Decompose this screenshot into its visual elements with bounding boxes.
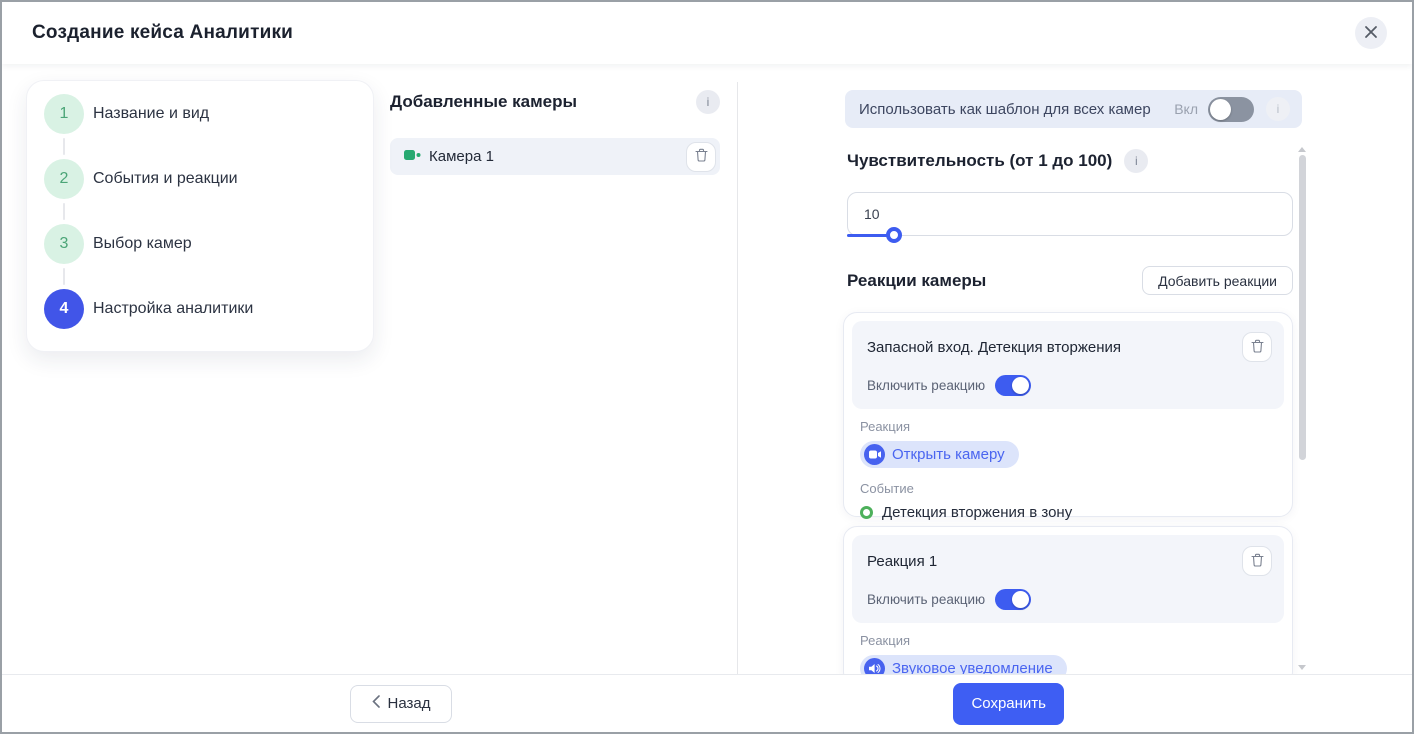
sensitivity-input[interactable] — [847, 192, 1293, 236]
sensitivity-title: Чувствительность (от 1 до 100) — [847, 151, 1112, 171]
dialog-header: Создание кейса Аналитики — [2, 2, 1412, 64]
trash-icon — [1251, 553, 1264, 570]
close-button[interactable] — [1355, 17, 1387, 49]
reaction-card: Реакция 1 Включить реакцию Реакция Звуко… — [843, 526, 1293, 686]
template-banner-label: Использовать как шаблон для всех камер — [859, 101, 1151, 118]
stepper-step-events-reactions[interactable]: 2 События и реакции — [44, 159, 353, 199]
reaction-field-label: Реакция — [860, 633, 1276, 648]
template-toggle[interactable] — [1208, 97, 1254, 122]
right-panel-scrollbar[interactable] — [1298, 147, 1307, 674]
enable-reaction-toggle[interactable] — [995, 589, 1031, 610]
added-cameras-title: Добавленные камеры — [390, 92, 577, 112]
column-divider — [737, 82, 738, 674]
step-label: Выбор камер — [93, 235, 192, 253]
sensitivity-field — [847, 192, 1293, 236]
trash-icon — [695, 148, 708, 165]
wizard-stepper: 1 Название и вид 2 События и реакции 3 В… — [26, 80, 374, 352]
template-banner: Использовать как шаблон для всех камер В… — [845, 90, 1302, 128]
back-button-label: Назад — [388, 695, 431, 712]
toggle-knob — [1012, 591, 1029, 608]
info-icon[interactable]: i — [696, 90, 720, 114]
create-analytics-case-dialog: Создание кейса Аналитики 1 Название и ви… — [0, 0, 1414, 734]
step-number-badge: 2 — [44, 159, 84, 199]
delete-reaction-button[interactable] — [1242, 546, 1272, 576]
toggle-state-label: Вкл — [1174, 101, 1198, 117]
enable-reaction-label: Включить реакцию — [867, 378, 985, 393]
scrollbar-thumb[interactable] — [1299, 155, 1306, 460]
step-connector — [63, 203, 65, 220]
stepper-step-name-type[interactable]: 1 Название и вид — [44, 94, 353, 134]
delete-camera-button[interactable] — [686, 142, 716, 172]
stepper-step-camera-select[interactable]: 3 Выбор камер — [44, 224, 353, 264]
open-camera-icon — [864, 444, 885, 465]
step-label: Настройка аналитики — [93, 300, 253, 318]
info-icon[interactable]: i — [1124, 149, 1148, 173]
stepper-step-analytics-settings[interactable]: 4 Настройка аналитики — [44, 289, 353, 329]
step-number-badge: 4 — [44, 289, 84, 329]
reaction-badge[interactable]: Открыть камеру — [860, 441, 1019, 468]
chevron-left-icon — [372, 695, 380, 712]
step-label: События и реакции — [93, 170, 238, 188]
reaction-badge-label: Открыть камеру — [892, 446, 1005, 463]
trash-icon — [1251, 339, 1264, 356]
delete-reaction-button[interactable] — [1242, 332, 1272, 362]
dialog-footer: Назад Сохранить — [2, 674, 1412, 732]
step-label: Название и вид — [93, 105, 209, 123]
scroll-up-arrow-icon[interactable] — [1298, 147, 1306, 152]
reaction-card-title: Реакция 1 — [867, 553, 937, 570]
enable-reaction-toggle[interactable] — [995, 375, 1031, 396]
save-button[interactable]: Сохранить — [953, 683, 1064, 725]
step-connector — [63, 268, 65, 285]
event-status-icon — [860, 506, 873, 519]
added-cameras-panel: Добавленные камеры i Камера 1 — [390, 90, 720, 175]
step-number-badge: 1 — [44, 94, 84, 134]
close-icon — [1364, 25, 1378, 42]
toggle-knob — [1012, 377, 1029, 394]
toggle-knob — [1210, 99, 1231, 120]
back-button[interactable]: Назад — [350, 685, 452, 723]
event-field-label: Событие — [860, 481, 1276, 496]
sensitivity-slider-handle[interactable] — [886, 227, 902, 243]
add-reactions-button[interactable]: Добавить реакции — [1142, 266, 1293, 295]
reaction-card: Запасной вход. Детекция вторжения Включи… — [843, 312, 1293, 517]
camera-list-item[interactable]: Камера 1 — [390, 138, 720, 175]
page-title: Создание кейса Аналитики — [32, 22, 293, 44]
camera-icon — [404, 148, 421, 166]
scroll-down-arrow-icon[interactable] — [1298, 665, 1306, 670]
reaction-card-title: Запасной вход. Детекция вторжения — [867, 339, 1121, 356]
enable-reaction-label: Включить реакцию — [867, 592, 985, 607]
step-connector — [63, 138, 65, 155]
info-icon[interactable]: i — [1266, 97, 1290, 121]
reaction-field-label: Реакция — [860, 419, 1276, 434]
event-name: Детекция вторжения в зону — [882, 504, 1072, 521]
reactions-title: Реакции камеры — [847, 271, 986, 291]
step-number-badge: 3 — [44, 224, 84, 264]
camera-name: Камера 1 — [429, 148, 494, 165]
